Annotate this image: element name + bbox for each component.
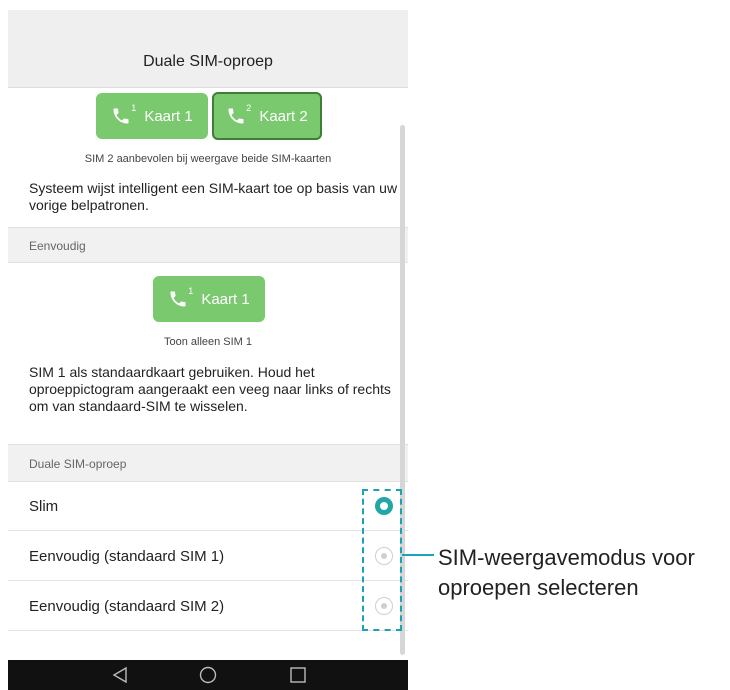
recents-icon[interactable] bbox=[289, 666, 307, 684]
radio-highlight-box bbox=[362, 489, 402, 631]
callout-text: SIM-weergavemodus voor oproepen selecter… bbox=[438, 545, 695, 600]
sim-card-1-button[interactable]: 1 Kaart 1 bbox=[153, 276, 265, 322]
back-icon[interactable] bbox=[111, 666, 129, 684]
sim-number: 1 bbox=[188, 286, 194, 296]
smart-description: Systeem wijst intelligent een SIM-kaart … bbox=[29, 180, 398, 213]
simple-caption: Toon alleen SIM 1 bbox=[163, 336, 253, 348]
option-row-simple-sim1[interactable]: Eenvoudig (standaard SIM 1) bbox=[8, 531, 408, 581]
phone-icon bbox=[170, 291, 186, 307]
page-title: Duale SIM-oproep bbox=[143, 53, 273, 70]
phone-icon bbox=[228, 108, 244, 124]
section-title: Duale SIM-oproep bbox=[29, 457, 127, 471]
phone-icon bbox=[113, 108, 129, 124]
sim-number: 2 bbox=[246, 103, 252, 113]
sim-card-1-button[interactable]: 1 Kaart 1 bbox=[96, 93, 208, 139]
section-title: Eenvoudig bbox=[29, 239, 86, 253]
option-row-smart[interactable]: Slim bbox=[8, 481, 408, 531]
option-label: Eenvoudig (standaard SIM 1) bbox=[29, 548, 225, 565]
sim-number: 1 bbox=[131, 103, 137, 113]
section-header-simple: Eenvoudig bbox=[8, 227, 408, 263]
sim-card-2-button[interactable]: 2 Kaart 2 bbox=[212, 92, 322, 140]
option-row-simple-sim2[interactable]: Eenvoudig (standaard SIM 2) bbox=[8, 581, 408, 631]
phone-screen: Duale SIM-oproep 1 Kaart 1 2 Kaart 2 SIM… bbox=[8, 10, 408, 690]
callout-line bbox=[402, 554, 434, 556]
title-bar: Duale SIM-oproep bbox=[8, 10, 408, 88]
option-label: Eenvoudig (standaard SIM 2) bbox=[29, 598, 225, 615]
smart-caption: SIM 2 aanbevolen bij weergave beide SIM-… bbox=[84, 153, 332, 165]
home-icon[interactable] bbox=[199, 666, 217, 684]
sim-card-1-label: Kaart 1 bbox=[144, 107, 193, 125]
sim-card-1-label: Kaart 1 bbox=[201, 290, 250, 308]
simple-description: SIM 1 als standaardkaart gebruiken. Houd… bbox=[29, 364, 391, 414]
navigation-bar bbox=[8, 660, 408, 690]
section-header-dual-sim: Duale SIM-oproep bbox=[8, 444, 408, 482]
sim-card-2-label: Kaart 2 bbox=[259, 107, 308, 125]
option-label: Slim bbox=[29, 498, 59, 515]
